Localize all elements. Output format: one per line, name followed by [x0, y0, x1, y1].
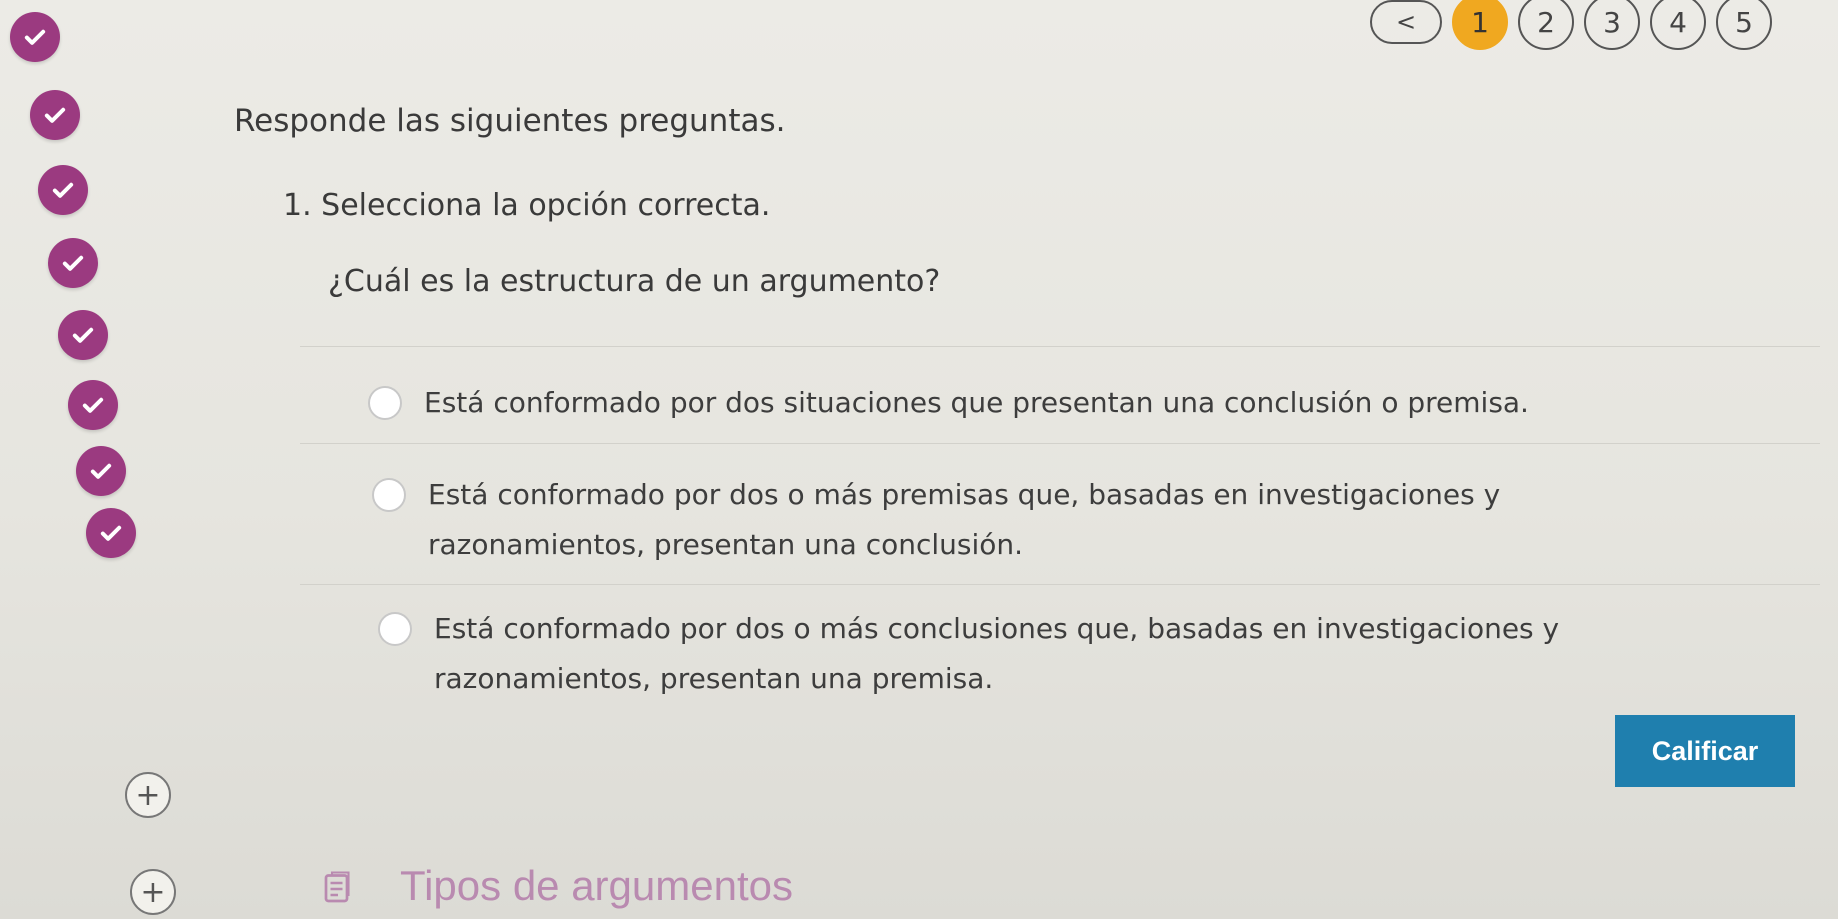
pager-page-1[interactable]: 1	[1452, 0, 1508, 50]
check-icon	[48, 238, 98, 288]
option-divider	[300, 443, 1820, 444]
answer-option-1[interactable]: Está conformado por dos situaciones que …	[368, 384, 1808, 428]
plus-icon: +	[140, 874, 166, 910]
answer-option-text: Está conformado por dos o más conclusion…	[434, 612, 1560, 695]
answer-option-text: Está conformado por dos situaciones que …	[424, 386, 1529, 419]
grade-button[interactable]: Calificar	[1615, 715, 1795, 787]
check-icon	[30, 90, 80, 140]
pager-page-3[interactable]: 3	[1584, 0, 1640, 50]
radio-button[interactable]	[368, 386, 402, 420]
check-icon	[76, 446, 126, 496]
question-pager: < 1 2 3 4 5	[1370, 0, 1772, 50]
question-text: ¿Cuál es la estructura de un argumento?	[328, 264, 941, 299]
check-icon	[86, 508, 136, 558]
check-icon	[10, 12, 60, 62]
pager-page-2[interactable]: 2	[1518, 0, 1574, 50]
pager-page-5[interactable]: 5	[1716, 0, 1772, 50]
section-header: Tipos de argumentos	[320, 862, 793, 910]
expand-section-button[interactable]: +	[130, 869, 176, 915]
pager-page-4[interactable]: 4	[1650, 0, 1706, 50]
option-divider	[300, 346, 1820, 347]
instructions-text: Responde las siguientes preguntas.	[234, 103, 786, 139]
plus-icon: +	[135, 777, 161, 813]
radio-button[interactable]	[372, 478, 406, 512]
expand-button[interactable]: +	[125, 772, 171, 818]
option-divider	[300, 584, 1820, 585]
check-icon	[68, 380, 118, 430]
check-icon	[58, 310, 108, 360]
check-icon	[38, 165, 88, 215]
question-number-label: 1. Selecciona la opción correcta.	[283, 188, 771, 223]
document-icon	[324, 871, 350, 903]
answer-option-2[interactable]: Está conformado por dos o más premisas q…	[372, 476, 1652, 570]
section-title: Tipos de argumentos	[400, 862, 793, 909]
answer-option-text: Está conformado por dos o más premisas q…	[428, 478, 1501, 561]
radio-button[interactable]	[378, 612, 412, 646]
answer-option-3[interactable]: Está conformado por dos o más conclusion…	[378, 610, 1688, 704]
pager-prev-button[interactable]: <	[1370, 0, 1442, 44]
